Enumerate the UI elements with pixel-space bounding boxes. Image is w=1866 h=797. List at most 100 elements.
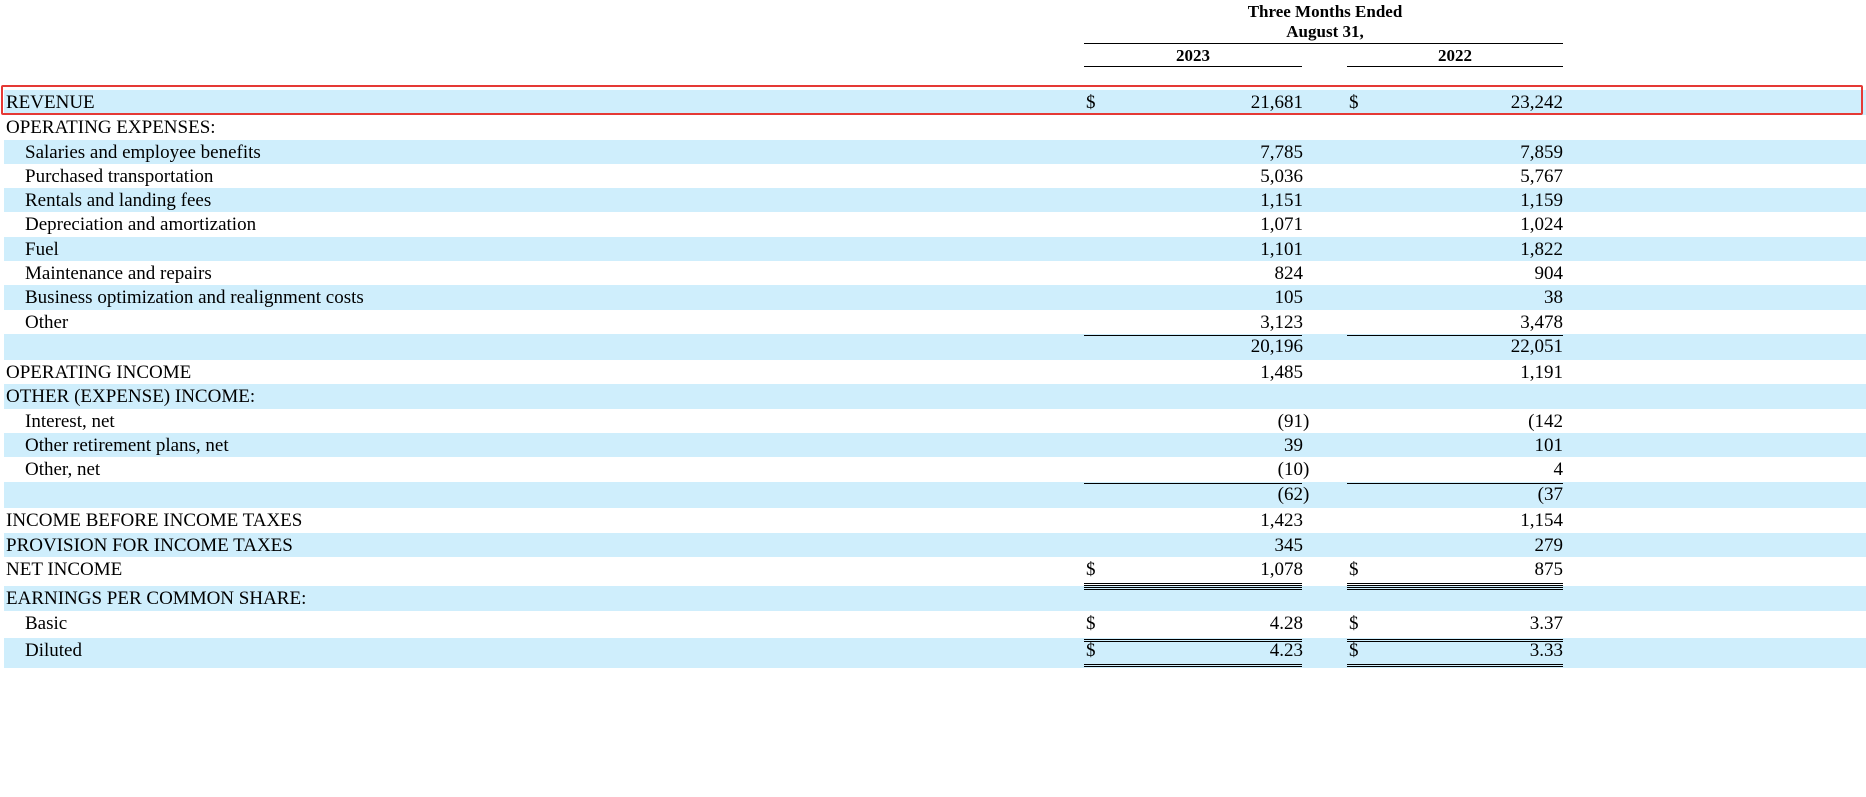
table-row: Salaries and employee benefits 7,785 7,859 bbox=[4, 140, 1866, 164]
rule-2022 bbox=[1347, 587, 1563, 590]
table-row: Other 3,123 3,478 bbox=[4, 310, 1866, 334]
table-row: REVENUE $ $21,681 23,242 bbox=[4, 90, 1866, 115]
table-row: Diluted $ $4.23 3.33 bbox=[4, 638, 1866, 668]
value-2023: 20,196 bbox=[1084, 334, 1312, 359]
value-2023: 824 bbox=[1084, 261, 1312, 286]
row-label: NET INCOME bbox=[6, 559, 123, 580]
value-2023-text: (10 bbox=[1277, 459, 1303, 480]
table-row: Other, net (10) 4 bbox=[4, 457, 1866, 482]
value-2023: 7,785 bbox=[1084, 140, 1312, 165]
value-2023: 345 bbox=[1084, 533, 1312, 558]
value-2023: 1,151 bbox=[1084, 188, 1312, 213]
rule-2022 bbox=[1347, 483, 1563, 484]
value-2023-text: 4.23 bbox=[1269, 640, 1303, 661]
col-header-2023: 2023 bbox=[1176, 46, 1210, 65]
row-label: Purchased transportation bbox=[25, 166, 214, 187]
row-label: EARNINGS PER COMMON SHARE: bbox=[6, 588, 307, 609]
value-2022: 3.37 bbox=[1529, 613, 1563, 634]
income-statement: Three Months Ended August 31, 2023 2022 … bbox=[0, 0, 1866, 797]
row-label: Rentals and landing fees bbox=[25, 190, 212, 211]
value-2023: 1,101 bbox=[1084, 237, 1312, 262]
value-2023: 105 bbox=[1084, 285, 1312, 310]
period-header-line2: August 31, bbox=[1286, 22, 1364, 41]
table-row: Business optimization and realignment co… bbox=[4, 285, 1866, 310]
table-row: OPERATING EXPENSES: bbox=[4, 115, 1866, 140]
table-row: Depreciation and amortization 1,071 1,024 bbox=[4, 212, 1866, 237]
rule-2023 bbox=[1084, 335, 1302, 336]
value-2023-text: 1,078 bbox=[1260, 559, 1303, 580]
value-2023-text: 1,071 bbox=[1260, 214, 1303, 235]
table-row: Purchased transportation 5,036 5,767 bbox=[4, 164, 1866, 188]
value-2023: 3,123 bbox=[1084, 310, 1312, 335]
value-2023: (91) bbox=[1084, 409, 1312, 434]
value-2023-text: (62 bbox=[1277, 484, 1303, 505]
row-label: OTHER (EXPENSE) INCOME: bbox=[6, 386, 256, 407]
value-2022: 1,822 bbox=[1520, 239, 1563, 260]
row-label: Other retirement plans, net bbox=[25, 435, 229, 456]
value-2022: 875 bbox=[1534, 559, 1564, 580]
rule-2022 bbox=[1347, 335, 1563, 336]
value-2023-text: 3,123 bbox=[1260, 312, 1303, 333]
closing-paren-2023: ) bbox=[1303, 484, 1310, 505]
value-2023-text: 20,196 bbox=[1250, 336, 1303, 357]
row-label: PROVISION FOR INCOME TAXES bbox=[6, 535, 293, 556]
value-2023: 1,071 bbox=[1084, 212, 1312, 237]
total-rule-2023 bbox=[1084, 583, 1302, 586]
value-2022: 38 bbox=[1544, 287, 1563, 308]
rule-2023 bbox=[1084, 587, 1302, 590]
table-row: Interest, net (91) (142 bbox=[4, 409, 1866, 433]
period-header-line1: Three Months Ended bbox=[1247, 2, 1403, 21]
table-row: Fuel 1,101 1,822 bbox=[4, 237, 1866, 261]
value-2023-text: 39 bbox=[1284, 435, 1303, 456]
row-label: Maintenance and repairs bbox=[25, 263, 212, 284]
row-label: INCOME BEFORE INCOME TAXES bbox=[6, 510, 303, 531]
value-2023-text: 345 bbox=[1274, 535, 1304, 556]
value-2023: 4.28 bbox=[1084, 611, 1312, 636]
rule-2022 bbox=[1347, 639, 1563, 642]
row-label: Fuel bbox=[25, 239, 59, 260]
value-2023-text: 824 bbox=[1274, 263, 1304, 284]
value-2022: 22,051 bbox=[1510, 336, 1563, 357]
row-label: Diluted bbox=[25, 640, 82, 661]
value-2022: 1,024 bbox=[1520, 214, 1563, 235]
col-header-rule-2022 bbox=[1347, 66, 1563, 67]
closing-paren-2023: ) bbox=[1303, 459, 1310, 480]
value-2022: 279 bbox=[1534, 535, 1564, 556]
value-2023: 21,681 bbox=[1084, 90, 1312, 115]
total-rule-2022 bbox=[1347, 583, 1563, 586]
table-row: OPERATING INCOME 1,485 1,191 bbox=[4, 360, 1866, 384]
row-label: OPERATING EXPENSES: bbox=[6, 117, 216, 138]
value-2023-text: (91 bbox=[1277, 411, 1303, 432]
row-label: Business optimization and realignment co… bbox=[25, 287, 364, 308]
total-rule-2023 bbox=[1084, 664, 1302, 667]
closing-paren-2023: ) bbox=[1303, 411, 1310, 432]
total-rule-2022 bbox=[1347, 664, 1563, 667]
row-label: Other, net bbox=[25, 459, 101, 480]
value-2022: 5,767 bbox=[1520, 166, 1563, 187]
value-2023: 39 bbox=[1084, 433, 1312, 458]
table-row: Other retirement plans, net 39 101 bbox=[4, 433, 1866, 457]
value-2023: 1,423 bbox=[1084, 508, 1312, 533]
row-label: Other bbox=[25, 312, 69, 333]
value-2022: 3,478 bbox=[1520, 312, 1563, 333]
table-row: OTHER (EXPENSE) INCOME: bbox=[4, 384, 1866, 409]
value-2023-text: 5,036 bbox=[1260, 166, 1303, 187]
value-2022: 101 bbox=[1534, 435, 1564, 456]
value-2022: 1,191 bbox=[1520, 362, 1563, 383]
value-2022: 904 bbox=[1534, 263, 1564, 284]
value-2023-text: 1,423 bbox=[1260, 510, 1303, 531]
table-row: PROVISION FOR INCOME TAXES 345 279 bbox=[4, 533, 1866, 557]
row-label: Depreciation and amortization bbox=[25, 214, 257, 235]
period-header-rule bbox=[1084, 43, 1563, 44]
value-2023-text: 21,681 bbox=[1250, 92, 1303, 113]
table-row: INCOME BEFORE INCOME TAXES 1,423 1,154 bbox=[4, 508, 1866, 533]
row-label: Interest, net bbox=[25, 411, 115, 432]
rule-2023 bbox=[1084, 483, 1302, 484]
row-label: REVENUE bbox=[6, 92, 95, 113]
col-header-rule-2023 bbox=[1084, 66, 1302, 67]
table-row: 20,196 22,051 bbox=[4, 334, 1866, 360]
row-label: OPERATING INCOME bbox=[6, 362, 192, 383]
value-2023: 5,036 bbox=[1084, 164, 1312, 189]
table-row: NET INCOME $ $1,078 875 bbox=[4, 557, 1866, 586]
value-2022: 1,159 bbox=[1520, 190, 1563, 211]
